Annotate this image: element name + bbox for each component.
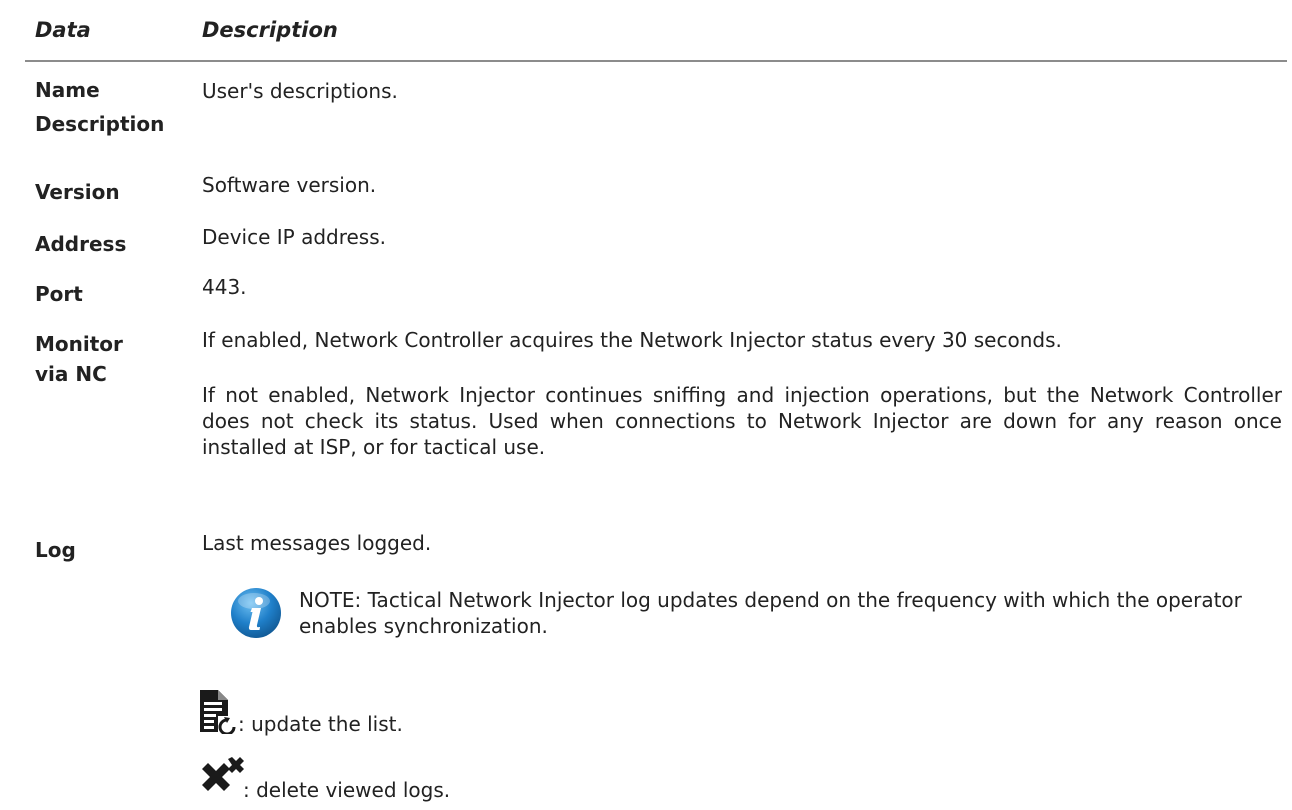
refresh-list-icon <box>198 688 238 736</box>
column-header-description: Description <box>202 18 338 42</box>
row-definition: Last messages logged. <box>202 531 432 555</box>
header-divider <box>25 60 1287 62</box>
row-term: Name <box>35 78 100 102</box>
row-term-continued: Description <box>35 112 165 136</box>
document-page: Data Description Name Description User's… <box>0 0 1292 810</box>
row-definition-extra: If not enabled, Network Injector continu… <box>202 383 1282 459</box>
row-term: Monitor <box>35 332 123 356</box>
row-definition: Device IP address. <box>202 225 387 249</box>
table-header: Data Description <box>0 0 1292 62</box>
row-term: Port <box>35 282 83 306</box>
delete-action-label: : delete viewed logs. <box>243 778 451 802</box>
refresh-action-label: : update the list. <box>238 712 403 736</box>
delete-logs-icon <box>198 757 244 797</box>
row-term: Log <box>35 538 76 562</box>
row-definition: If enabled, Network Controller acquires … <box>202 328 1062 352</box>
row-definition: Software version. <box>202 173 377 197</box>
note-text: NOTE: Tactical Network Injector log upda… <box>299 588 1242 638</box>
row-definition: 443. <box>202 275 247 299</box>
row-term: Address <box>35 232 127 256</box>
info-icon <box>230 587 282 639</box>
column-header-data: Data <box>35 18 91 42</box>
row-term-continued: via NC <box>35 362 107 386</box>
row-term: Version <box>35 180 120 204</box>
row-definition: User's descriptions. <box>202 79 398 103</box>
